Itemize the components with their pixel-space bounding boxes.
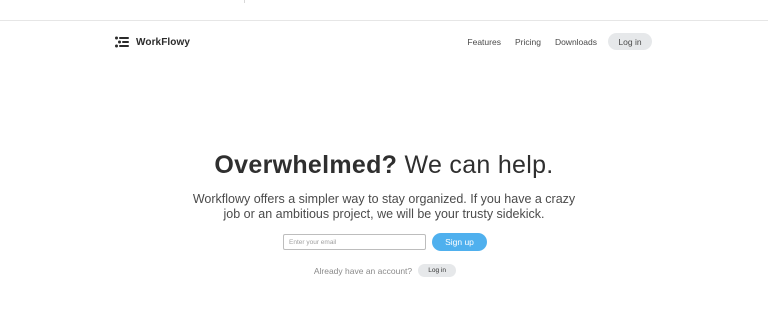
hero-headline: Overwhelmed? We can help. (0, 148, 768, 182)
brand-link[interactable]: WorkFlowy (115, 34, 190, 50)
nav-pricing-link[interactable]: Pricing (515, 34, 541, 50)
hero: Overwhelmed? We can help. Workflowy offe… (0, 148, 768, 222)
headline-bold: Overwhelmed? (214, 151, 398, 179)
account-prompt-text: Already have an account? (313, 265, 413, 276)
divider (244, 0, 245, 3)
headline-rest: We can help. (397, 151, 554, 179)
nav-login-button[interactable]: Log in (608, 33, 652, 50)
login-button[interactable]: Log in (418, 264, 457, 277)
brand-name: WorkFlowy (136, 36, 191, 48)
browser-top-strip (0, 0, 768, 21)
account-prompt: Already have an account? Log in (0, 264, 768, 277)
signup-button[interactable]: Sign up (432, 233, 487, 251)
email-input[interactable] (283, 234, 426, 250)
signup-form: Sign up (0, 233, 768, 251)
workflowy-logo-icon (115, 36, 129, 48)
nav-features-link[interactable]: Features (467, 34, 501, 50)
navbar: WorkFlowy Features Pricing Downloads Log… (0, 22, 768, 62)
hero-subtext: Workflowy offers a simpler way to stay o… (192, 192, 576, 221)
nav-downloads-link[interactable]: Downloads (555, 34, 597, 50)
nav-links: Features Pricing Downloads Log in (453, 33, 652, 50)
